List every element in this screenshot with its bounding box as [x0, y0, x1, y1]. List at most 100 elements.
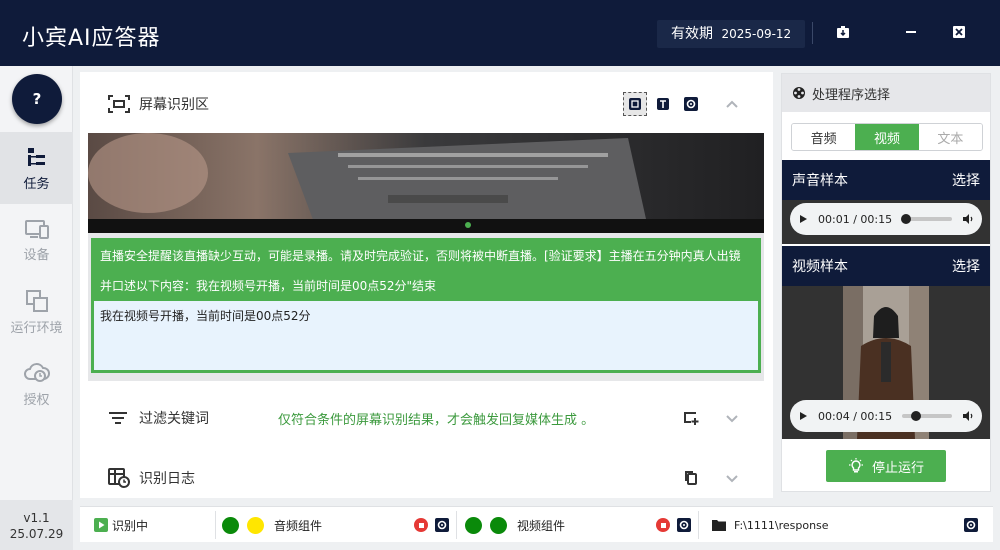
- tab-audio[interactable]: 音频: [792, 124, 856, 150]
- status-separator: [698, 511, 699, 539]
- version-info: v1.1 25.07.29: [0, 500, 73, 550]
- region-select-button[interactable]: [623, 92, 647, 116]
- audio-sample-title: 声音样本: [792, 173, 848, 189]
- status-bar: 识别中 音频组件 视频组件 F:\1111\response: [80, 506, 993, 542]
- audio-component-controls: [414, 507, 450, 543]
- minimize-button[interactable]: [901, 22, 921, 42]
- filter-header[interactable]: 过滤关键词 仅符合条件的屏幕识别结果，才会触发回复媒体生成 。: [80, 388, 773, 448]
- sidebar-item-task[interactable]: 任务: [0, 132, 73, 204]
- handler-header: 处理程序选择: [782, 74, 990, 112]
- video-select-button[interactable]: 选择: [952, 256, 980, 276]
- status-separator: [215, 511, 216, 539]
- video-sample-body: 00:04 / 00:15: [782, 286, 990, 439]
- output-path-text: F:\1111\response: [734, 518, 829, 532]
- lightbulb-icon: [848, 458, 863, 473]
- video-sample-title: 视频样本: [792, 259, 848, 275]
- video-player: 00:04 / 00:15: [790, 400, 982, 432]
- screen-preview: [88, 133, 764, 233]
- chevron-down-icon[interactable]: [724, 470, 740, 486]
- video-seek-knob[interactable]: [910, 411, 921, 421]
- audio-select-button[interactable]: 选择: [952, 170, 980, 190]
- log-header[interactable]: 识别日志: [80, 448, 773, 508]
- sidebar-item-device[interactable]: 设备: [0, 204, 73, 276]
- validity-badge: 有效期 2025-09-12: [657, 20, 806, 48]
- sidebar-item-environment[interactable]: 运行环境: [0, 276, 73, 348]
- audio-settings-gear-icon[interactable]: [434, 517, 450, 533]
- section-title: 过滤关键词: [139, 411, 209, 427]
- chevron-down-icon[interactable]: [724, 410, 740, 426]
- volume-icon[interactable]: [962, 410, 974, 422]
- chevron-up-icon[interactable]: [724, 96, 740, 112]
- play-icon[interactable]: [798, 411, 808, 421]
- help-button[interactable]: ?: [12, 74, 62, 124]
- screen-settings-button[interactable]: [679, 92, 703, 116]
- device-icon: [24, 219, 49, 239]
- play-status-icon: [94, 518, 108, 532]
- tab-video[interactable]: 视频: [855, 124, 919, 150]
- video-seek-bar[interactable]: [902, 411, 952, 421]
- package-download-icon: [837, 26, 849, 38]
- export-button[interactable]: [833, 22, 853, 42]
- volume-icon[interactable]: [962, 213, 974, 225]
- output-path: F:\1111\response: [712, 507, 829, 543]
- screen-capture-icon: [108, 95, 130, 113]
- add-list-icon: [684, 412, 699, 425]
- sidebar-item-label: 授权: [23, 392, 50, 408]
- audio-seek-bar[interactable]: [900, 214, 952, 224]
- log-calendar-icon: [108, 468, 130, 488]
- audio-status-dot-yellow: [247, 516, 264, 534]
- region-select-icon: [629, 98, 641, 110]
- recognition-status-text: 识别中: [112, 518, 149, 533]
- cloud-auth-icon: [23, 362, 50, 382]
- status-separator: [456, 511, 457, 539]
- minimize-icon: [906, 31, 916, 33]
- close-icon: [953, 26, 965, 38]
- video-component-label: 视频组件: [517, 518, 566, 533]
- audio-time: 00:01 / 00:15: [818, 212, 893, 226]
- add-keyword-button[interactable]: [679, 406, 703, 430]
- screen-preview-image: [88, 133, 764, 233]
- audio-component-label: 音频组件: [274, 518, 323, 533]
- title-bar: 小宾AI应答器 有效期 2025-09-12: [0, 0, 1000, 66]
- sidebar: ? 任务 设备 运行环境 授权 v1.1 25.07.29: [0, 66, 73, 550]
- close-button[interactable]: [949, 22, 969, 42]
- video-settings-gear-icon[interactable]: [676, 517, 692, 533]
- audio-seek-knob[interactable]: [900, 214, 911, 224]
- build-date: 25.07.29: [9, 527, 64, 541]
- audio-component-status: 音频组件: [222, 507, 322, 543]
- path-settings-gear-icon[interactable]: [963, 517, 979, 533]
- handler-tabs: 音频 视频 文本: [791, 123, 983, 151]
- video-stop-icon[interactable]: [656, 518, 670, 532]
- copy-icon: [685, 471, 697, 485]
- validity-label: 有效期: [671, 26, 713, 42]
- app-title: 小宾AI应答器: [22, 26, 161, 51]
- audio-stop-icon[interactable]: [414, 518, 428, 532]
- video-sample-header: 视频样本 选择: [782, 246, 990, 286]
- text-icon: [657, 98, 669, 110]
- handler-panel: 处理程序选择 音频 视频 文本 声音样本 选择 00:01 / 00:15 视频…: [781, 73, 991, 492]
- stop-button[interactable]: 停止运行: [826, 450, 946, 482]
- sidebar-item-label: 设备: [23, 247, 50, 263]
- screen-recognition-header[interactable]: 屏幕识别区: [80, 74, 773, 134]
- video-status-dot-1: [465, 516, 482, 534]
- sidebar-item-auth[interactable]: 授权: [0, 348, 73, 420]
- recognition-status: 识别中: [94, 507, 148, 543]
- play-icon[interactable]: [798, 214, 808, 224]
- task-tree-icon: [27, 147, 45, 166]
- gear-icon: [684, 97, 698, 111]
- text-mode-button[interactable]: [651, 92, 675, 116]
- tab-text[interactable]: 文本: [918, 124, 982, 150]
- stop-label: 停止运行: [871, 460, 924, 476]
- copy-log-button[interactable]: [679, 466, 703, 490]
- folder-icon: [712, 520, 726, 531]
- sidebar-item-label: 运行环境: [10, 320, 63, 336]
- section-title: 识别日志: [139, 471, 195, 487]
- video-component-status: 视频组件: [465, 507, 565, 543]
- filter-hint: 仅符合条件的屏幕识别结果，才会触发回复媒体生成 。: [278, 412, 595, 428]
- video-time: 00:04 / 00:15: [818, 409, 893, 423]
- title-separator: [812, 22, 813, 44]
- recognition-result-box: 直播安全提醒该直播缺少互动，可能是录播。请及时完成验证，否则将被中断直播。[验证…: [91, 238, 761, 373]
- video-status-dot-2: [490, 516, 507, 534]
- film-reel-icon: [793, 87, 805, 99]
- version-number: v1.1: [23, 511, 50, 525]
